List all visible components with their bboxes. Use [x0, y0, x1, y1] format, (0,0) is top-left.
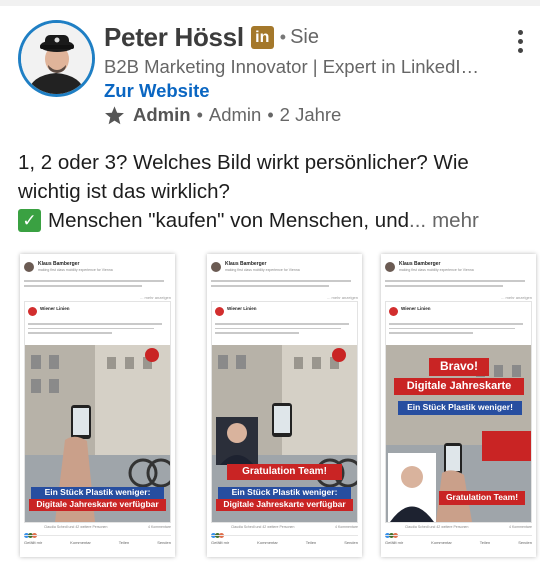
- comment-action: Kommentar: [70, 540, 91, 545]
- relation-label: Sie: [290, 26, 319, 48]
- card-banner: Ein Stück Plastik weniger:: [31, 487, 164, 499]
- send-action: Senden: [344, 540, 358, 545]
- author-headline: B2B Marketing Innovator | Expert in Link…: [104, 56, 484, 77]
- card-banner: Bravo!: [429, 358, 489, 376]
- send-action: Senden: [518, 540, 532, 545]
- reaction-count: Claudia Schedl und 42 weitere Personen: [405, 525, 469, 529]
- shared-post-text: [215, 323, 355, 337]
- comment-action: Kommentar: [431, 540, 452, 545]
- separator-dot: •: [267, 104, 274, 125]
- preview-poster-sub: making first class mobility experience f…: [38, 268, 113, 272]
- avatar-photo: [21, 23, 92, 94]
- post-ellipsis: ...: [409, 209, 427, 232]
- preview-poster: Klaus Bamberger: [399, 261, 441, 267]
- preview-avatar: [385, 262, 395, 272]
- card-banner: Gratulation Team!: [439, 491, 525, 505]
- linkedin-icon: in: [250, 26, 274, 49]
- post-line-2: wichtig ist das wirklich?: [18, 180, 230, 203]
- share-action: Teilen: [305, 540, 317, 545]
- preview-more: ... mehr anzeigen: [501, 295, 532, 300]
- preview-more: ... mehr anzeigen: [327, 295, 358, 300]
- check-mark-icon: ✓: [18, 209, 41, 232]
- company-name: Wiener Linien: [227, 306, 257, 311]
- preview-text: [385, 280, 532, 290]
- reaction-icons: [385, 525, 403, 538]
- company-logo: [215, 307, 224, 316]
- reaction-count: Claudia Schedl und 42 weitere Personen: [231, 525, 295, 529]
- card-banner: Ein Stück Plastik weniger:: [218, 487, 351, 499]
- preview-footer: Claudia Schedl und 42 weitere Personen 4…: [211, 524, 358, 554]
- comment-count: 4 Kommentare: [335, 525, 358, 529]
- role-label: Admin: [133, 104, 191, 125]
- company-name: Wiener Linien: [401, 306, 431, 311]
- preview-poster-sub: making first class mobility experience f…: [399, 268, 474, 272]
- meta-role: Admin: [208, 104, 262, 125]
- card-banner: Digitale Jahreskarte verfügbar: [29, 499, 166, 511]
- preview-poster-sub: making first class mobility experience f…: [225, 268, 300, 272]
- preview-avatar: [211, 262, 221, 272]
- separator-dot: •: [196, 104, 203, 125]
- author-avatar[interactable]: [18, 20, 95, 97]
- preview-avatar: [24, 262, 34, 272]
- card-banner: Digitale Jahreskarte verfügbar: [216, 499, 353, 511]
- card-banner: Gratulation Team!: [227, 464, 342, 480]
- preview-text: [211, 280, 358, 290]
- preview-poster: Klaus Bamberger: [38, 261, 80, 267]
- see-more-link[interactable]: mehr: [432, 206, 479, 235]
- more-vertical-icon[interactable]: [514, 30, 526, 56]
- share-action: Teilen: [118, 540, 130, 545]
- preview-more: ... mehr anzeigen: [140, 295, 171, 300]
- card-banner: Ein Stück Plastik weniger!: [398, 401, 522, 415]
- preview-text: [24, 280, 171, 290]
- comment-action: Kommentar: [257, 540, 278, 545]
- separator-dot: •: [279, 27, 287, 47]
- website-link[interactable]: Zur Website: [104, 80, 210, 102]
- comment-count: 4 Kommentare: [148, 525, 171, 529]
- post-text: 1, 2 oder 3? Welches Bild wirkt persönli…: [18, 148, 528, 235]
- author-name[interactable]: Peter Hössl: [104, 22, 244, 53]
- send-action: Senden: [157, 540, 171, 545]
- card-banner: Digitale Jahreskarte: [394, 378, 524, 395]
- shared-post-text: [28, 323, 168, 337]
- post-line-1: 1, 2 oder 3? Welches Bild wirkt persönli…: [18, 151, 469, 174]
- shared-post-text: [389, 323, 529, 337]
- image-card-2[interactable]: Klaus Bamberger making first class mobil…: [207, 254, 362, 557]
- post-meta: Admin • Admin • 2 Jahre: [104, 104, 341, 126]
- image-card-3[interactable]: Klaus Bamberger making first class mobil…: [381, 254, 536, 557]
- like-action: Gefällt mir: [211, 540, 230, 545]
- share-action: Teilen: [479, 540, 491, 545]
- company-name: Wiener Linien: [40, 306, 70, 311]
- company-logo: [28, 307, 37, 316]
- preview-poster: Klaus Bamberger: [225, 261, 267, 267]
- post-age: 2 Jahre: [279, 104, 342, 125]
- image-gallery: Klaus Bamberger making first class mobil…: [0, 250, 540, 568]
- reaction-icons: [24, 525, 42, 538]
- comment-count: 4 Kommentare: [509, 525, 532, 529]
- post-line-3-text: Menschen "kaufen" von Menschen, und: [48, 209, 410, 232]
- reaction-icons: [211, 525, 229, 538]
- reaction-count: Claudia Schedl und 42 weitere Personen: [44, 525, 108, 529]
- author-name-row: Peter Hössl in • Sie: [104, 22, 319, 53]
- like-action: Gefällt mir: [385, 540, 404, 545]
- avatar-portrait-icon: [21, 23, 92, 94]
- preview-footer: Claudia Schedl und 42 weitere Personen 4…: [385, 524, 532, 554]
- image-card-1[interactable]: Klaus Bamberger making first class mobil…: [20, 254, 175, 557]
- like-action: Gefällt mir: [24, 540, 43, 545]
- preview-footer: Claudia Schedl und 42 weitere Personen 4…: [24, 524, 171, 554]
- post-line-3: ✓ Menschen "kaufen" von Menschen, und...…: [18, 206, 528, 235]
- company-logo: [389, 307, 398, 316]
- top-strip: [0, 0, 540, 6]
- star-icon: [105, 105, 124, 124]
